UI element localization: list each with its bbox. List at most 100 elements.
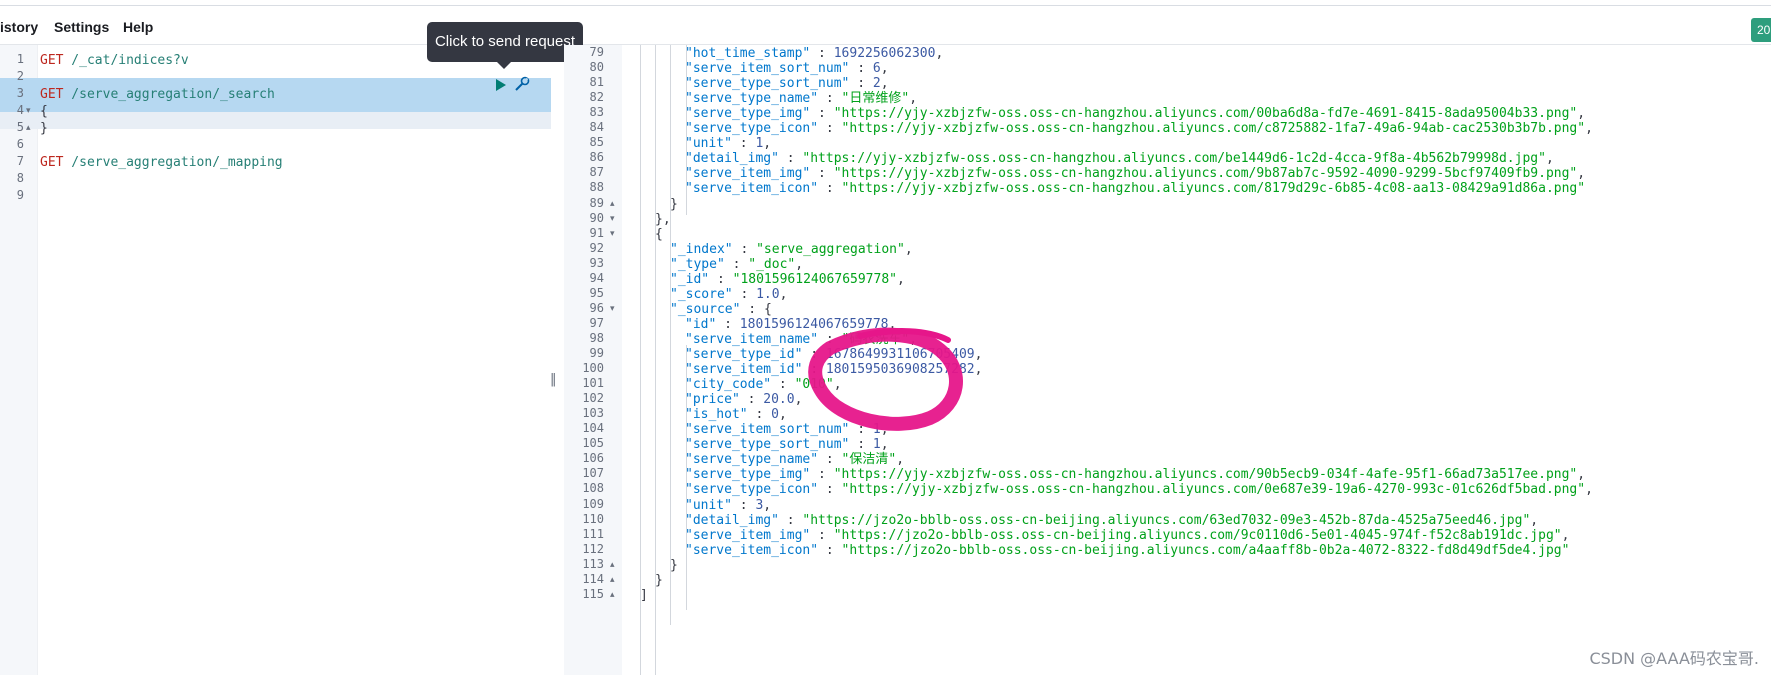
fold-expand-icon[interactable]: ▴ bbox=[610, 575, 615, 585]
json-separator: : bbox=[810, 467, 834, 483]
json-key: "serve_item_img" bbox=[685, 166, 811, 182]
response-line-number: 114 bbox=[582, 571, 604, 586]
response-output[interactable]: 79 "hot_time_stamp" : 1692256062300, 80 "se… bbox=[560, 45, 1771, 675]
json-value: "https://yjy-xzbjzfw-oss.oss-cn-hangzhou… bbox=[802, 151, 1546, 167]
response-line-number: 84 bbox=[589, 120, 604, 135]
play-icon[interactable] bbox=[496, 79, 506, 91]
json-key: "_score" bbox=[670, 286, 733, 302]
json-separator: : bbox=[778, 151, 803, 167]
request-editor[interactable]: 1 GET /_cat/indices?v 2 3 GET /serve_aggrega… bbox=[0, 45, 550, 675]
response-line-number: 87 bbox=[589, 165, 604, 180]
request-line-number: 4 bbox=[16, 103, 24, 117]
json-key: "unit" bbox=[685, 497, 732, 513]
json-value: "1801596124067659778" bbox=[732, 271, 897, 287]
json-value: 2 bbox=[872, 76, 881, 92]
response-line-number: 106 bbox=[582, 451, 604, 466]
response-line-number: 103 bbox=[582, 406, 604, 421]
json-punctuation: , bbox=[779, 286, 788, 302]
json-separator: : bbox=[709, 271, 733, 287]
json-value: { bbox=[655, 226, 663, 242]
request-line-number: 7 bbox=[16, 154, 24, 168]
json-key: "serve_type_icon" bbox=[685, 482, 819, 498]
json-value: "https://yjy-xzbjzfw-oss.oss-cn-hangzhou… bbox=[841, 121, 1586, 137]
json-value: "https://yjy-xzbjzfw-oss.oss-cn-hangzhou… bbox=[841, 482, 1586, 498]
json-value: ] bbox=[640, 587, 648, 603]
response-line-number: 86 bbox=[589, 150, 604, 165]
console-menu-bar: istory Settings Help 20 bbox=[0, 6, 1771, 45]
response-line: "serve_item_icon" : "https://jzo2o-bblb-… bbox=[685, 542, 1569, 559]
json-key: "serve_item_icon" bbox=[685, 181, 819, 197]
fold-collapse-icon[interactable]: ▾ bbox=[610, 229, 615, 239]
json-separator: : bbox=[849, 76, 873, 92]
response-line-number: 82 bbox=[589, 90, 604, 105]
json-key: "serve_type_name" bbox=[685, 91, 819, 107]
json-punctuation: , bbox=[1545, 151, 1554, 167]
json-key: "serve_item_name" bbox=[685, 331, 819, 347]
menu-help[interactable]: Help bbox=[123, 19, 153, 35]
json-key: "_type" bbox=[670, 256, 725, 272]
json-punctuation: , bbox=[1530, 512, 1539, 528]
json-punctuation: , bbox=[1577, 467, 1586, 483]
json-value: "https://jzo2o-bblb-oss.oss-cn-beijing.a… bbox=[833, 527, 1562, 543]
response-line-number: 108 bbox=[582, 481, 604, 496]
json-separator: : bbox=[818, 91, 842, 107]
fold-collapse-icon[interactable]: ▾ bbox=[610, 304, 615, 314]
menu-history[interactable]: istory bbox=[0, 19, 38, 35]
request-line-number: 5 bbox=[16, 120, 24, 134]
json-value: { bbox=[763, 301, 772, 317]
response-line-number: 112 bbox=[582, 541, 604, 556]
json-key: "hot_time_stamp" bbox=[685, 46, 811, 61]
json-key: "detail_img" bbox=[685, 151, 779, 167]
response-line-number: 93 bbox=[589, 255, 604, 270]
http-method: GET bbox=[40, 155, 64, 170]
response-line: } bbox=[670, 557, 678, 574]
json-key: "serve_item_icon" bbox=[685, 542, 819, 558]
json-separator: : bbox=[818, 542, 842, 558]
json-value: } bbox=[670, 196, 678, 212]
json-value: "日常维修" bbox=[841, 91, 910, 107]
json-punctuation: , bbox=[1577, 106, 1586, 122]
json-value: 6 bbox=[872, 61, 881, 77]
json-separator: : bbox=[731, 497, 756, 513]
fold-expand-icon[interactable]: ▴ bbox=[610, 560, 615, 570]
status-badge[interactable]: 20 bbox=[1751, 18, 1771, 42]
response-line-number: 101 bbox=[582, 376, 604, 391]
request-line: GET /serve_aggregation/_search bbox=[40, 86, 275, 103]
request-line: GET /_cat/indices?v bbox=[40, 52, 189, 69]
request-line-number: 8 bbox=[16, 171, 24, 185]
json-key: "city_code" bbox=[685, 377, 772, 393]
response-line-number: 79 bbox=[589, 45, 604, 59]
json-punctuation: , bbox=[1561, 527, 1570, 543]
json-key: "serve_item_img" bbox=[685, 527, 811, 543]
json-value: }, bbox=[655, 211, 671, 227]
json-punctuation: , bbox=[935, 46, 944, 61]
json-separator: : bbox=[810, 166, 834, 182]
request-path: /serve_aggregation/_search bbox=[63, 87, 275, 102]
json-key: "_id" bbox=[670, 271, 710, 287]
json-punctuation: , bbox=[1585, 121, 1593, 137]
response-line: ] bbox=[640, 587, 648, 604]
response-line-number: 89 bbox=[589, 195, 604, 210]
json-separator: : bbox=[810, 106, 834, 122]
json-key: "serve_type_id" bbox=[685, 347, 803, 362]
request-line-number: 3 bbox=[16, 86, 24, 100]
fold-collapse-icon[interactable]: ▾ bbox=[610, 214, 615, 224]
json-separator: : bbox=[747, 407, 772, 423]
json-separator: : bbox=[732, 286, 757, 302]
request-line: { bbox=[40, 103, 48, 120]
fold-expand-icon[interactable]: ▴ bbox=[26, 123, 31, 133]
json-value: "serve_aggregation" bbox=[756, 241, 905, 257]
json-separator: : bbox=[740, 301, 764, 317]
json-punctuation: , bbox=[795, 256, 804, 272]
json-punctuation: , bbox=[897, 271, 905, 287]
fold-expand-icon[interactable]: ▴ bbox=[610, 199, 615, 209]
wrench-icon[interactable] bbox=[513, 75, 531, 93]
response-line: "serve_item_icon" : "https://yjy-xzbjzfw… bbox=[685, 180, 1585, 197]
json-key: "serve_type_img" bbox=[685, 106, 811, 122]
fold-expand-icon[interactable]: ▴ bbox=[610, 590, 615, 600]
menu-settings[interactable]: Settings bbox=[54, 19, 109, 35]
pane-resize-handle[interactable]: ‖ bbox=[550, 372, 557, 387]
fold-collapse-icon[interactable]: ▾ bbox=[26, 106, 31, 116]
json-separator: : bbox=[810, 46, 834, 61]
json-separator: : bbox=[716, 316, 740, 332]
